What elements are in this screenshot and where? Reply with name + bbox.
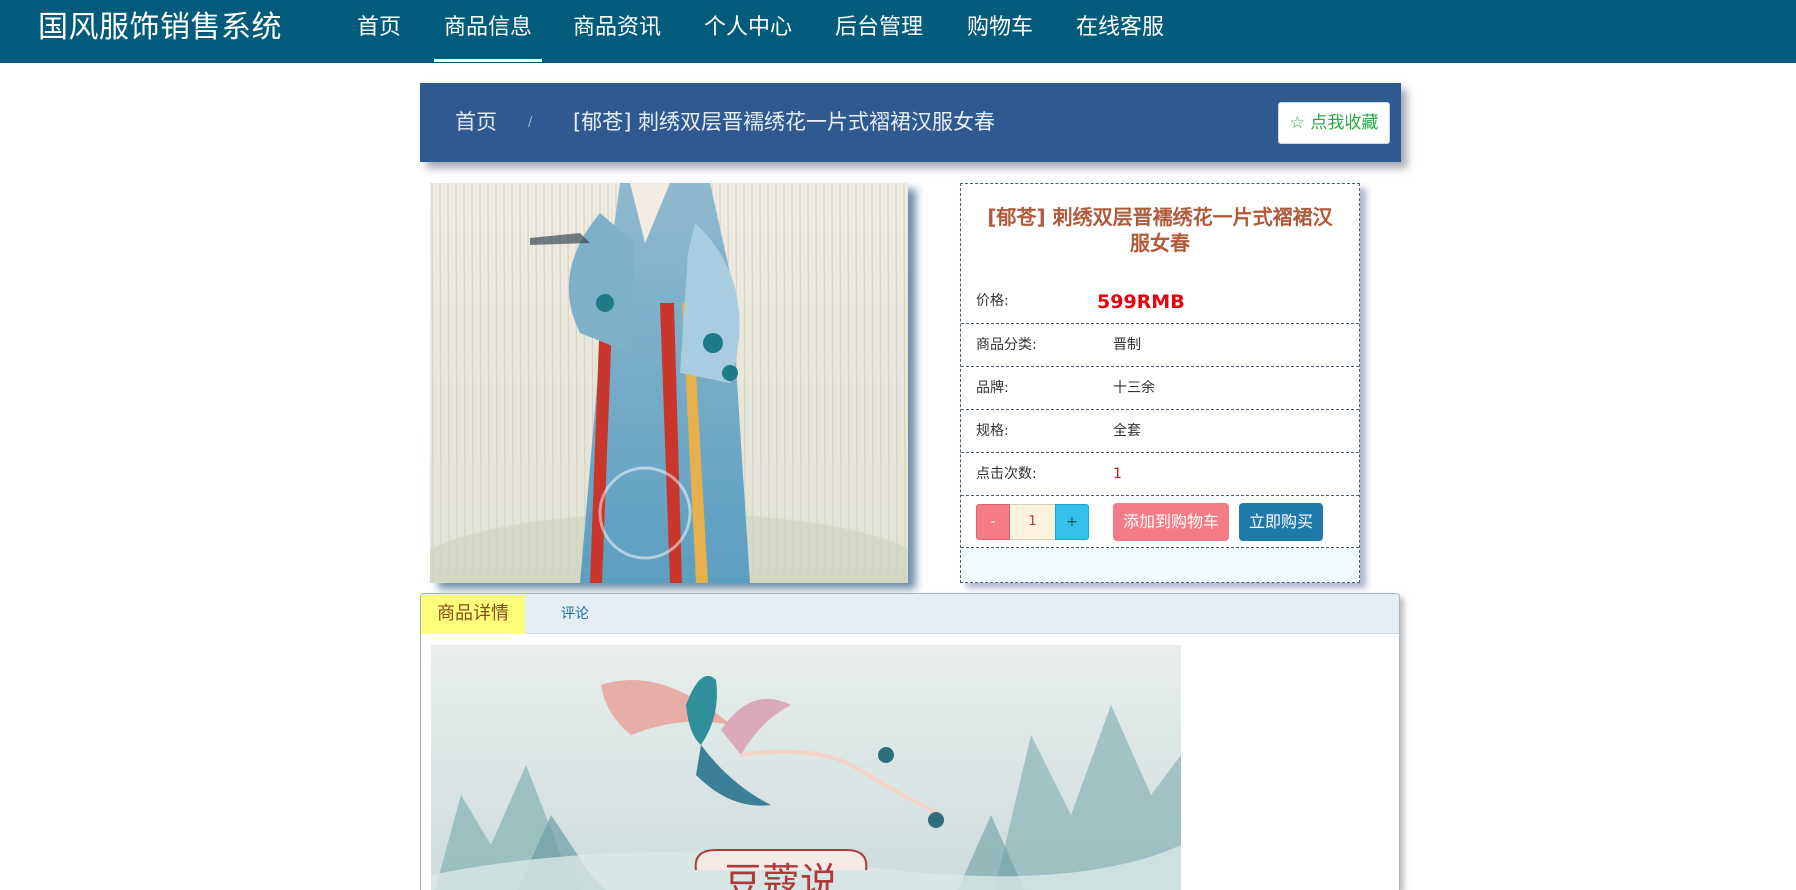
product-photo-illustration [430, 183, 908, 583]
tab-comments[interactable]: 评论 [561, 594, 589, 634]
top-navbar: 国风服饰销售系统 首页 商品信息 商品资讯 个人中心 后台管理 购物车 在线客服 [0, 0, 1796, 63]
product-detail-banner: 豆蔻说 [431, 645, 1181, 890]
actions-row: - 1 + 添加到购物车 立即购买 [961, 496, 1359, 548]
brand-value: 十三余 [1113, 380, 1155, 396]
category-value: 晋制 [1113, 337, 1141, 353]
breadcrumb-current: [郁苍] 刺绣双层晋襦绣花一片式褶裙汉服女春 [573, 110, 996, 134]
favorite-button[interactable]: ☆ 点我收藏 [1278, 102, 1390, 144]
detail-banner-illustration: 豆蔻说 [431, 645, 1181, 890]
clicks-value: 1 [1113, 466, 1122, 482]
quantity-input[interactable]: 1 [1010, 504, 1055, 540]
price-row: 价格: 599RMB [961, 280, 1359, 324]
site-title[interactable]: 国风服饰销售系统 [38, 0, 282, 56]
quantity-plus-button[interactable]: + [1055, 504, 1089, 540]
nav-item-product-news[interactable]: 商品资讯 [573, 0, 661, 63]
category-row: 商品分类: 晋制 [961, 324, 1359, 367]
product-info-panel: [郁苍] 刺绣双层晋襦绣花一片式褶裙汉服女春 价格: 599RMB 商品分类: … [960, 183, 1360, 583]
breadcrumb-home[interactable]: 首页 [455, 83, 497, 162]
product-image [430, 183, 908, 583]
price-value: 599RMB [1097, 291, 1185, 313]
banner-title: 豆蔻说 [724, 860, 838, 890]
spec-label: 规格: [976, 423, 1009, 439]
nav-item-personal-center[interactable]: 个人中心 [704, 0, 792, 63]
clicks-row: 点击次数: 1 [961, 453, 1359, 496]
breadcrumb-separator: / [528, 115, 533, 130]
tab-product-details[interactable]: 商品详情 [421, 595, 525, 634]
nav-item-online-service[interactable]: 在线客服 [1076, 0, 1164, 63]
brand-label: 品牌: [976, 380, 1009, 396]
nav-item-home[interactable]: 首页 [357, 0, 401, 63]
product-tabs-panel: 商品详情 评论 豆蔻说 [420, 593, 1400, 890]
brand-row: 品牌: 十三余 [961, 367, 1359, 410]
nav-item-cart[interactable]: 购物车 [966, 0, 1034, 63]
spec-value: 全套 [1113, 423, 1141, 439]
nav-item-product-info[interactable]: 商品信息 [434, 0, 542, 63]
price-label: 价格: [976, 293, 1009, 309]
buy-now-button[interactable]: 立即购买 [1239, 503, 1323, 541]
breadcrumb: 首页 / [郁苍] 刺绣双层晋襦绣花一片式褶裙汉服女春 ☆ 点我收藏 [420, 83, 1401, 162]
add-to-cart-button[interactable]: 添加到购物车 [1113, 503, 1229, 541]
clicks-label: 点击次数: [976, 466, 1037, 482]
quantity-minus-button[interactable]: - [976, 504, 1010, 540]
tab-bar: 商品详情 评论 [421, 594, 1399, 634]
spec-row: 规格: 全套 [961, 410, 1359, 453]
product-title: [郁苍] 刺绣双层晋襦绣花一片式褶裙汉服女春 [987, 205, 1333, 255]
category-label: 商品分类: [976, 337, 1037, 353]
nav-item-admin[interactable]: 后台管理 [835, 0, 923, 63]
